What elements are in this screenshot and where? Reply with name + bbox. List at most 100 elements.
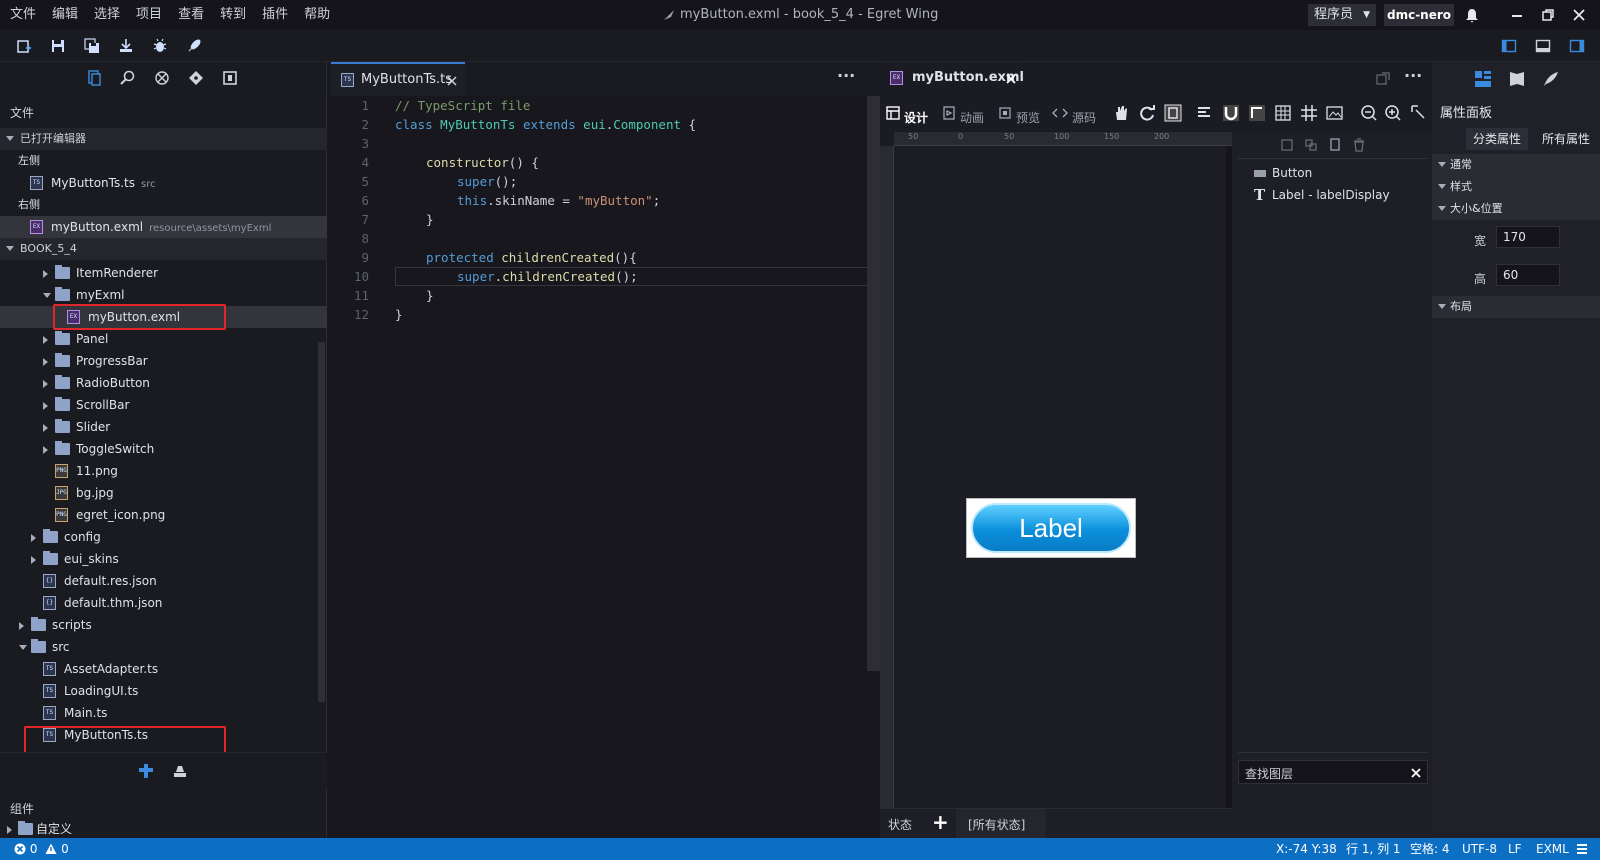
- toggle-left-panel-icon[interactable]: [1501, 38, 1517, 54]
- docs-tab-icon[interactable]: [1508, 70, 1526, 88]
- menu-file[interactable]: 文件: [2, 0, 44, 30]
- style-tab-icon[interactable]: [1542, 70, 1560, 88]
- run-icon[interactable]: [186, 38, 202, 54]
- tab-category-props[interactable]: 分类属性: [1466, 128, 1528, 150]
- add-state-button[interactable]: +: [932, 810, 949, 834]
- tree-item-bgjpg[interactable]: JPG bg.jpg: [0, 482, 327, 504]
- layer-item-button[interactable]: Button: [1232, 164, 1432, 184]
- menu-help[interactable]: 帮助: [296, 0, 338, 30]
- magnet-icon[interactable]: [1222, 104, 1240, 122]
- open-editor-right-file[interactable]: EX myButton.exml resource\assets\myExml: [0, 216, 327, 238]
- code-area[interactable]: 1 // TypeScript file 2 class MyButtonTs ex…: [327, 96, 880, 838]
- section-layout[interactable]: 布局: [1432, 296, 1600, 318]
- design-canvas[interactable]: Label: [894, 146, 1226, 836]
- grid-icon[interactable]: [1274, 104, 1292, 122]
- close-icon[interactable]: [1572, 8, 1586, 22]
- restore-icon[interactable]: [1541, 8, 1555, 22]
- section-size-position[interactable]: 大小&位置: [1432, 198, 1600, 220]
- toggle-right-panel-icon[interactable]: [1569, 38, 1585, 54]
- refresh-icon[interactable]: [1138, 104, 1156, 122]
- tree-item-11png[interactable]: PNG 11.png: [0, 460, 327, 482]
- layer-copy-icon[interactable]: [1328, 138, 1342, 152]
- resource-icon[interactable]: [222, 70, 238, 86]
- layer-search-input[interactable]: 查找图层: [1238, 760, 1428, 784]
- tree-item-main[interactable]: TS Main.ts: [0, 702, 327, 724]
- save-all-icon[interactable]: [84, 38, 100, 54]
- toggle-bottom-panel-icon[interactable]: [1535, 38, 1551, 54]
- image-icon[interactable]: [1326, 104, 1344, 122]
- language-mode[interactable]: EXML: [1536, 838, 1569, 860]
- properties-tab-icon[interactable]: [1474, 70, 1492, 88]
- close-tab-icon[interactable]: [1006, 74, 1016, 84]
- preview-mode-button[interactable]: 预览: [1016, 109, 1040, 126]
- line-ending[interactable]: LF: [1508, 838, 1522, 860]
- user-account[interactable]: dmc-nero: [1384, 4, 1454, 26]
- git-icon[interactable]: [188, 70, 204, 86]
- files-icon[interactable]: [86, 70, 102, 86]
- bell-icon[interactable]: [1464, 7, 1480, 23]
- tree-item-euiskins[interactable]: eui_skins: [0, 548, 327, 570]
- design-more-button[interactable]: ···: [1404, 66, 1422, 85]
- tree-item-defaultthm[interactable]: {} default.thm.json: [0, 592, 327, 614]
- tree-item-config[interactable]: config: [0, 526, 327, 548]
- tree-item-src[interactable]: src: [0, 636, 327, 658]
- search-icon[interactable]: [120, 70, 136, 86]
- role-select[interactable]: 程序员 ▼: [1308, 4, 1376, 26]
- tree-item-progressbar[interactable]: ProgressBar: [0, 350, 327, 372]
- height-input[interactable]: 60: [1496, 264, 1560, 286]
- tab-mybutton-exml[interactable]: EX myButton.exml: [880, 62, 1024, 96]
- tree-item-radiobutton[interactable]: RadioButton: [0, 372, 327, 394]
- animation-mode-button[interactable]: 动画: [960, 109, 984, 126]
- state-tab-all[interactable]: [所有状态]: [956, 809, 1046, 839]
- zoom-out-icon[interactable]: [1360, 104, 1378, 122]
- menu-plugins[interactable]: 插件: [254, 0, 296, 30]
- tree-item-slider[interactable]: Slider: [0, 416, 327, 438]
- minimize-icon[interactable]: [1510, 8, 1524, 22]
- feedback-icon[interactable]: [1576, 843, 1588, 855]
- snap-icon[interactable]: [1248, 104, 1266, 122]
- line-column[interactable]: 行 1, 列 1: [1346, 838, 1401, 860]
- tree-item-custom[interactable]: 自定义: [0, 818, 327, 840]
- fit-screen-icon[interactable]: [1164, 104, 1182, 122]
- publish-icon[interactable]: [118, 38, 134, 54]
- tree-item-scripts[interactable]: scripts: [0, 614, 327, 636]
- clear-search-icon[interactable]: [1411, 768, 1421, 778]
- layer-group-icon[interactable]: [1304, 138, 1318, 152]
- layer-item-label[interactable]: T Label - labelDisplay: [1232, 186, 1432, 206]
- menu-select[interactable]: 选择: [86, 0, 128, 30]
- source-mode-button[interactable]: 源码: [1072, 109, 1096, 126]
- button-preview[interactable]: Label: [966, 498, 1136, 558]
- tab-all-props[interactable]: 所有属性: [1532, 128, 1600, 150]
- save-icon[interactable]: [50, 38, 66, 54]
- zoom-in-icon[interactable]: [1384, 104, 1402, 122]
- tab-mybuttonts[interactable]: TS MyButtonTs.ts: [331, 62, 465, 96]
- library-icon[interactable]: [172, 763, 188, 779]
- design-mode-button[interactable]: 设计: [904, 109, 928, 126]
- indentation[interactable]: 空格: 4: [1410, 838, 1450, 860]
- open-editors-header[interactable]: 已打开编辑器: [0, 128, 327, 150]
- tree-item-loadingui[interactable]: TS LoadingUI.ts: [0, 680, 327, 702]
- menu-goto[interactable]: 转到: [212, 0, 254, 30]
- menu-project[interactable]: 项目: [128, 0, 170, 30]
- align-icon[interactable]: [1196, 104, 1214, 122]
- menu-edit[interactable]: 编辑: [44, 0, 86, 30]
- explorer-scrollbar[interactable]: [318, 342, 325, 702]
- editor-more-button[interactable]: ···: [837, 66, 855, 85]
- encoding[interactable]: UTF-8: [1462, 838, 1497, 860]
- debug-icon[interactable]: [152, 38, 168, 54]
- editor-scrollbar[interactable]: [867, 96, 880, 671]
- tree-item-myexml[interactable]: myExml: [0, 284, 327, 306]
- hand-tool-icon[interactable]: [1112, 104, 1130, 122]
- close-tab-icon[interactable]: [447, 76, 457, 86]
- guides-icon[interactable]: [1300, 104, 1318, 122]
- new-project-icon[interactable]: [16, 38, 32, 54]
- tree-item-defaultres[interactable]: {} default.res.json: [0, 570, 327, 592]
- debug-view-icon[interactable]: [154, 70, 170, 86]
- tree-item-assetadapter[interactable]: TS AssetAdapter.ts: [0, 658, 327, 680]
- section-style[interactable]: 样式: [1432, 176, 1600, 198]
- split-editor-icon[interactable]: [1376, 72, 1390, 86]
- section-common[interactable]: 通常: [1432, 154, 1600, 176]
- tree-item-scrollbar[interactable]: ScrollBar: [0, 394, 327, 416]
- menu-view[interactable]: 查看: [170, 0, 212, 30]
- tree-item-toggleswitch[interactable]: ToggleSwitch: [0, 438, 327, 460]
